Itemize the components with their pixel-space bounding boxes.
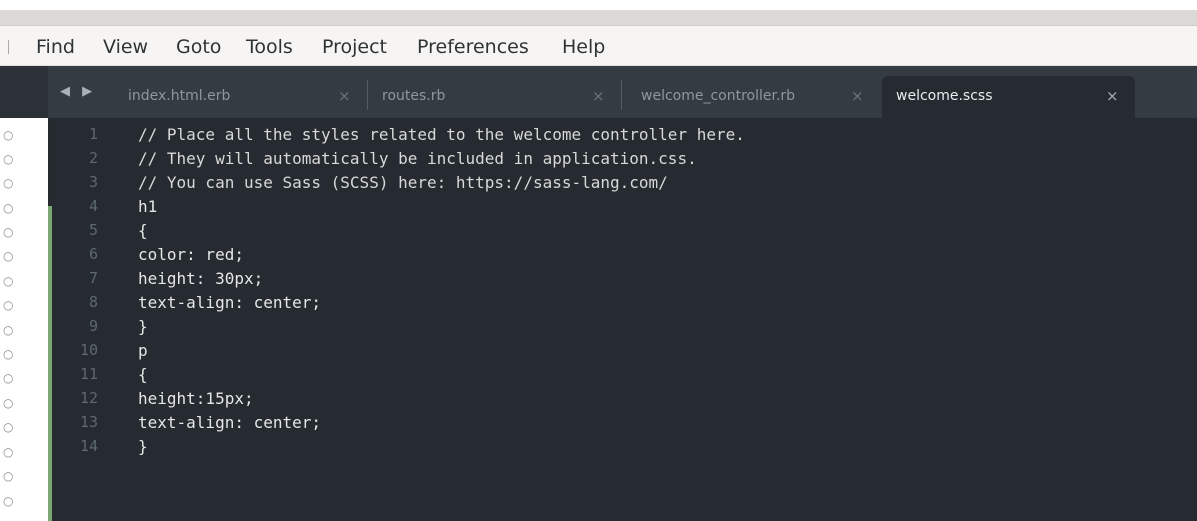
code-text[interactable]: text-align: center; <box>138 411 321 434</box>
tab-nav-arrows-icon[interactable]: ◀ ▶ <box>60 82 104 102</box>
line-number: 6 <box>88 245 98 263</box>
tab-label: welcome_controller.rb <box>641 88 796 104</box>
code-line: 1 // Place all the styles related to the… <box>52 123 1197 146</box>
close-icon[interactable]: × <box>338 87 351 105</box>
code-text[interactable]: color: red; <box>138 243 244 266</box>
fold-gutter: ○ ○ ○ ○ ○ ○ ○ ○ ○ ○ ○ ○ ○ ○ ○ ○ <box>0 118 48 521</box>
code-line: 2 // They will automatically be included… <box>52 147 1197 170</box>
fold-marker-icon[interactable]: ○ <box>3 250 13 262</box>
menu-goto[interactable]: Goto <box>176 34 221 60</box>
code-text[interactable]: text-align: center; <box>138 291 321 314</box>
close-icon[interactable]: × <box>851 87 864 105</box>
code-text[interactable]: { <box>138 363 148 386</box>
code-text[interactable]: height:15px; <box>138 387 254 410</box>
fold-marker-icon[interactable]: ○ <box>3 129 13 141</box>
code-text[interactable]: h1 <box>138 195 157 218</box>
menu-project[interactable]: Project <box>322 34 387 60</box>
code-text[interactable]: p <box>138 339 148 362</box>
tab-routes-rb[interactable]: routes.rb × <box>368 76 622 118</box>
code-line: 5 { <box>52 219 1197 242</box>
code-line: 11 { <box>52 363 1197 386</box>
fold-marker-icon[interactable]: ○ <box>3 495 13 507</box>
close-icon[interactable]: × <box>592 87 605 105</box>
code-text[interactable]: height: 30px; <box>138 267 263 290</box>
menu-tools[interactable]: Tools <box>246 34 293 60</box>
code-line: 13 text-align: center; <box>52 411 1197 434</box>
fold-marker-icon[interactable]: ○ <box>3 324 13 336</box>
tab-label: welcome.scss <box>896 88 993 104</box>
menu-preferences[interactable]: Preferences <box>417 34 529 60</box>
code-text[interactable]: } <box>138 435 148 458</box>
code-text[interactable]: } <box>138 315 148 338</box>
fold-marker-icon[interactable]: ○ <box>3 153 13 165</box>
code-line: 9 } <box>52 315 1197 338</box>
fold-marker-icon[interactable]: ○ <box>3 446 13 458</box>
menu-edge-divider <box>8 40 9 54</box>
line-number: 12 <box>79 389 98 407</box>
fold-marker-icon[interactable]: ○ <box>3 348 13 360</box>
menu-view[interactable]: View <box>103 34 148 60</box>
tab-bar-lead <box>0 66 48 118</box>
line-number: 8 <box>88 293 98 311</box>
fold-marker-icon[interactable]: ○ <box>3 372 13 384</box>
window-titlebar <box>0 0 1197 26</box>
tab-welcome-controller-rb[interactable]: welcome_controller.rb × <box>627 76 881 118</box>
code-line: 10 p <box>52 339 1197 362</box>
fold-marker-icon[interactable]: ○ <box>3 202 13 214</box>
fold-marker-icon[interactable]: ○ <box>3 397 13 409</box>
tab-label: index.html.erb <box>128 88 231 104</box>
code-text[interactable]: { <box>138 219 148 242</box>
tab-bar: ◀ ▶ index.html.erb × routes.rb × welcome… <box>0 66 1197 118</box>
tab-welcome-scss[interactable]: welcome.scss × <box>882 76 1135 118</box>
line-number: 1 <box>88 125 98 143</box>
code-line: 4 h1 <box>52 195 1197 218</box>
code-line: 3 // You can use Sass (SCSS) here: https… <box>52 171 1197 194</box>
line-number: 13 <box>79 413 98 431</box>
code-editor[interactable]: 1 // Place all the styles related to the… <box>52 118 1197 521</box>
code-line: 12 height:15px; <box>52 387 1197 410</box>
menu-find[interactable]: Find <box>36 34 75 60</box>
line-number: 7 <box>88 269 98 287</box>
desktop-edge <box>0 0 1197 10</box>
code-text[interactable]: // They will automatically be included i… <box>138 147 697 170</box>
fold-marker-icon[interactable]: ○ <box>3 275 13 287</box>
fold-marker-icon[interactable]: ○ <box>3 177 13 189</box>
tab-index-html-erb[interactable]: index.html.erb × <box>114 76 368 118</box>
line-number: 4 <box>88 197 98 215</box>
code-line: 6 color: red; <box>52 243 1197 266</box>
line-number: 10 <box>79 341 98 359</box>
fold-marker-icon[interactable]: ○ <box>3 421 13 433</box>
close-icon[interactable]: × <box>1106 87 1119 105</box>
code-line: 8 text-align: center; <box>52 291 1197 314</box>
code-line: 14 } <box>52 435 1197 458</box>
menu-help[interactable]: Help <box>562 34 605 60</box>
line-number: 9 <box>88 317 98 335</box>
line-number: 14 <box>79 437 98 455</box>
line-number: 2 <box>88 149 98 167</box>
fold-marker-icon[interactable]: ○ <box>3 470 13 482</box>
line-number: 11 <box>79 365 98 383</box>
line-number: 3 <box>88 173 98 191</box>
fold-marker-icon[interactable]: ○ <box>3 226 13 238</box>
code-text[interactable]: // Place all the styles related to the w… <box>138 123 745 146</box>
menu-bar: Find View Goto Tools Project Preferences… <box>0 26 1197 66</box>
line-number: 5 <box>88 221 98 239</box>
tab-divider <box>621 80 622 110</box>
code-text[interactable]: // You can use Sass (SCSS) here: https:/… <box>138 171 668 194</box>
code-line: 7 height: 30px; <box>52 267 1197 290</box>
fold-marker-icon[interactable]: ○ <box>3 299 13 311</box>
tab-label: routes.rb <box>382 88 446 104</box>
